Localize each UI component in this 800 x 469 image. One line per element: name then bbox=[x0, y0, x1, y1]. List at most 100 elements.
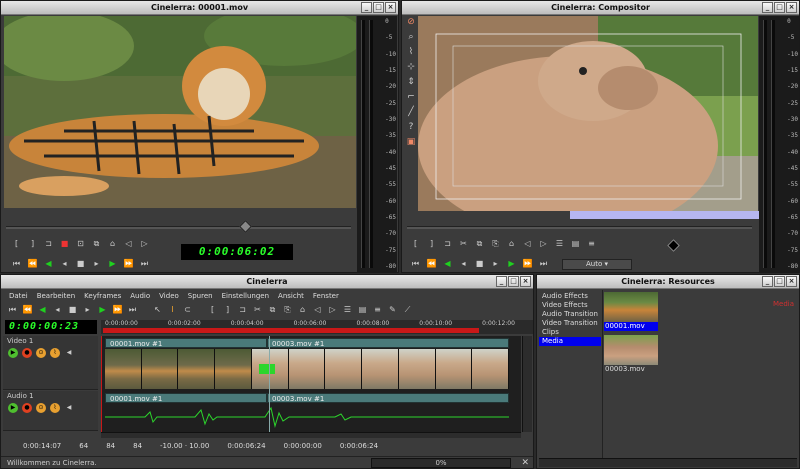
main-titlebar[interactable]: Cinelerra _ □ × bbox=[1, 275, 533, 289]
track-header-video[interactable]: Video 1 ▶ ● ⊙ ⌇ ◀ bbox=[3, 336, 98, 390]
menu-window[interactable]: Fenster bbox=[313, 290, 339, 302]
playhead-cursor[interactable] bbox=[101, 336, 102, 432]
frame-forward-icon[interactable]: ▸ bbox=[91, 258, 102, 269]
crop-icon[interactable]: ⌐ bbox=[406, 92, 417, 103]
viewer-position-slider[interactable] bbox=[6, 226, 351, 229]
timeline-vscroll[interactable] bbox=[522, 336, 532, 432]
next-label-icon[interactable]: ▷ bbox=[139, 238, 150, 249]
compositor-position-slider[interactable] bbox=[407, 226, 752, 229]
menu-audio[interactable]: Audio bbox=[130, 290, 150, 302]
transition-marker[interactable] bbox=[259, 364, 275, 374]
fast-reverse-icon[interactable]: ⏪ bbox=[22, 304, 33, 315]
asset-item[interactable]: 00003.mov bbox=[604, 335, 658, 374]
grid-icon[interactable]: ▤ bbox=[570, 238, 581, 249]
record-track-icon[interactable]: ● bbox=[22, 403, 32, 413]
play-track-icon[interactable]: ▶ bbox=[8, 348, 18, 358]
end-icon[interactable]: ⏭ bbox=[127, 304, 138, 315]
menu-settings[interactable]: Einstellungen bbox=[222, 290, 269, 302]
copy-icon[interactable]: ⧉ bbox=[474, 238, 485, 249]
mute-icon[interactable]: ◀ bbox=[64, 403, 74, 413]
fast-reverse-icon[interactable]: ⏪ bbox=[27, 258, 38, 269]
frame-back-icon[interactable]: ◂ bbox=[458, 258, 469, 269]
fast-reverse-icon[interactable]: ⏪ bbox=[426, 258, 437, 269]
eyedrop-icon[interactable]: ╱ bbox=[406, 107, 417, 118]
resources-hscroll[interactable] bbox=[539, 458, 797, 467]
prev-label-icon[interactable]: ◁ bbox=[123, 238, 134, 249]
minimize-icon[interactable]: _ bbox=[361, 2, 372, 13]
close-icon[interactable]: × bbox=[385, 2, 396, 13]
align-icon[interactable]: ≡ bbox=[372, 304, 383, 315]
prev-label-icon[interactable]: ◁ bbox=[522, 238, 533, 249]
next-label-icon[interactable]: ▷ bbox=[327, 304, 338, 315]
folder-clips[interactable]: Clips bbox=[539, 328, 601, 337]
list-icon[interactable]: ☰ bbox=[342, 304, 353, 315]
reverse-icon[interactable]: ◀ bbox=[43, 258, 54, 269]
sample-zoom[interactable]: 64 bbox=[79, 442, 88, 450]
draw-media-icon[interactable]: ⌇ bbox=[50, 348, 60, 358]
menu-tracks[interactable]: Spuren bbox=[188, 290, 213, 302]
audio-clip-1[interactable]: 00001.mov #1 bbox=[105, 393, 267, 403]
menu-video[interactable]: Video bbox=[159, 290, 179, 302]
stop-icon[interactable]: ■ bbox=[67, 304, 78, 315]
maximize-icon[interactable]: □ bbox=[774, 276, 785, 287]
splice-icon[interactable]: ⊐ bbox=[442, 238, 453, 249]
folder-audio-transition[interactable]: Audio Transition bbox=[539, 310, 601, 319]
play-icon[interactable]: ▶ bbox=[97, 304, 108, 315]
folder-audio-effects[interactable]: Audio Effects bbox=[539, 292, 601, 301]
to-clip-icon[interactable]: ⊡ bbox=[75, 238, 86, 249]
play-icon[interactable]: ▶ bbox=[107, 258, 118, 269]
close-icon[interactable]: × bbox=[786, 276, 797, 287]
audio-clip-2[interactable]: 00003.mov #1 bbox=[267, 393, 509, 403]
safe-region-icon[interactable]: ▣ bbox=[406, 137, 417, 148]
maximize-icon[interactable]: □ bbox=[373, 2, 384, 13]
close-icon[interactable]: × bbox=[786, 2, 797, 13]
frame-forward-icon[interactable]: ▸ bbox=[82, 304, 93, 315]
fast-forward-icon[interactable]: ⏩ bbox=[522, 258, 533, 269]
cut-icon[interactable]: ✂ bbox=[252, 304, 263, 315]
maximize-icon[interactable]: □ bbox=[774, 2, 785, 13]
mask-icon[interactable]: ⌇ bbox=[406, 47, 417, 58]
in-point-icon[interactable]: [ bbox=[410, 238, 421, 249]
end-icon[interactable]: ⏭ bbox=[538, 258, 549, 269]
help-icon[interactable]: ? bbox=[406, 122, 417, 133]
arrow-tool-icon[interactable]: ↖ bbox=[152, 304, 163, 315]
end-icon[interactable]: ⏭ bbox=[139, 258, 150, 269]
folder-video-effects[interactable]: Video Effects bbox=[539, 301, 601, 310]
record-track-icon[interactable]: ● bbox=[22, 348, 32, 358]
stop-icon[interactable]: ■ bbox=[75, 258, 86, 269]
curve-zoom[interactable]: -10.00 · 10.00 bbox=[160, 442, 209, 450]
slope-icon[interactable]: ⟋ bbox=[402, 304, 413, 315]
projector-icon[interactable]: ⇕ bbox=[406, 77, 417, 88]
clip-tool-icon[interactable]: ⊂ bbox=[182, 304, 193, 315]
menu-keyframes[interactable]: Keyframes bbox=[84, 290, 121, 302]
splice-icon[interactable]: ⊐ bbox=[237, 304, 248, 315]
compositor-titlebar[interactable]: Cinelerra: Compositor _ □ × bbox=[402, 1, 799, 15]
camera-icon[interactable]: ⊹ bbox=[406, 62, 417, 73]
out-point-icon[interactable]: ] bbox=[222, 304, 233, 315]
amp-zoom[interactable]: 84 bbox=[106, 442, 115, 450]
ibeam-tool-icon[interactable]: I bbox=[167, 304, 178, 315]
mute-icon[interactable]: ◀ bbox=[64, 348, 74, 358]
menu-view[interactable]: Ansicht bbox=[278, 290, 304, 302]
track-zoom[interactable]: 84 bbox=[133, 442, 142, 450]
label-icon[interactable]: ⌂ bbox=[297, 304, 308, 315]
rewind-icon[interactable]: ⏮ bbox=[7, 304, 18, 315]
stop-icon[interactable]: ■ bbox=[474, 258, 485, 269]
next-label-icon[interactable]: ▷ bbox=[538, 238, 549, 249]
maximize-icon[interactable]: □ bbox=[508, 276, 519, 287]
list-icon[interactable]: ☰ bbox=[554, 238, 565, 249]
frame-back-icon[interactable]: ◂ bbox=[59, 258, 70, 269]
rewind-icon[interactable]: ⏮ bbox=[11, 258, 22, 269]
paste-icon[interactable]: ⎘ bbox=[490, 238, 501, 249]
gang-icon[interactable]: ⊙ bbox=[36, 403, 46, 413]
splice-icon[interactable]: ⊐ bbox=[43, 238, 54, 249]
draw-media-icon[interactable]: ⌇ bbox=[50, 403, 60, 413]
gang-icon[interactable]: ⊙ bbox=[36, 348, 46, 358]
cut-icon[interactable]: ✂ bbox=[458, 238, 469, 249]
paste-icon[interactable]: ⎘ bbox=[282, 304, 293, 315]
close-icon[interactable]: × bbox=[520, 276, 531, 287]
asset-item[interactable]: 00001.mov bbox=[604, 292, 658, 331]
viewer-titlebar[interactable]: Cinelerra: 00001.mov _ □ × bbox=[1, 1, 398, 15]
timeline-canvas[interactable]: 00001.mov #1 00003.mov #1 00001.mov #1 0… bbox=[101, 336, 521, 432]
minimize-icon[interactable]: _ bbox=[762, 2, 773, 13]
